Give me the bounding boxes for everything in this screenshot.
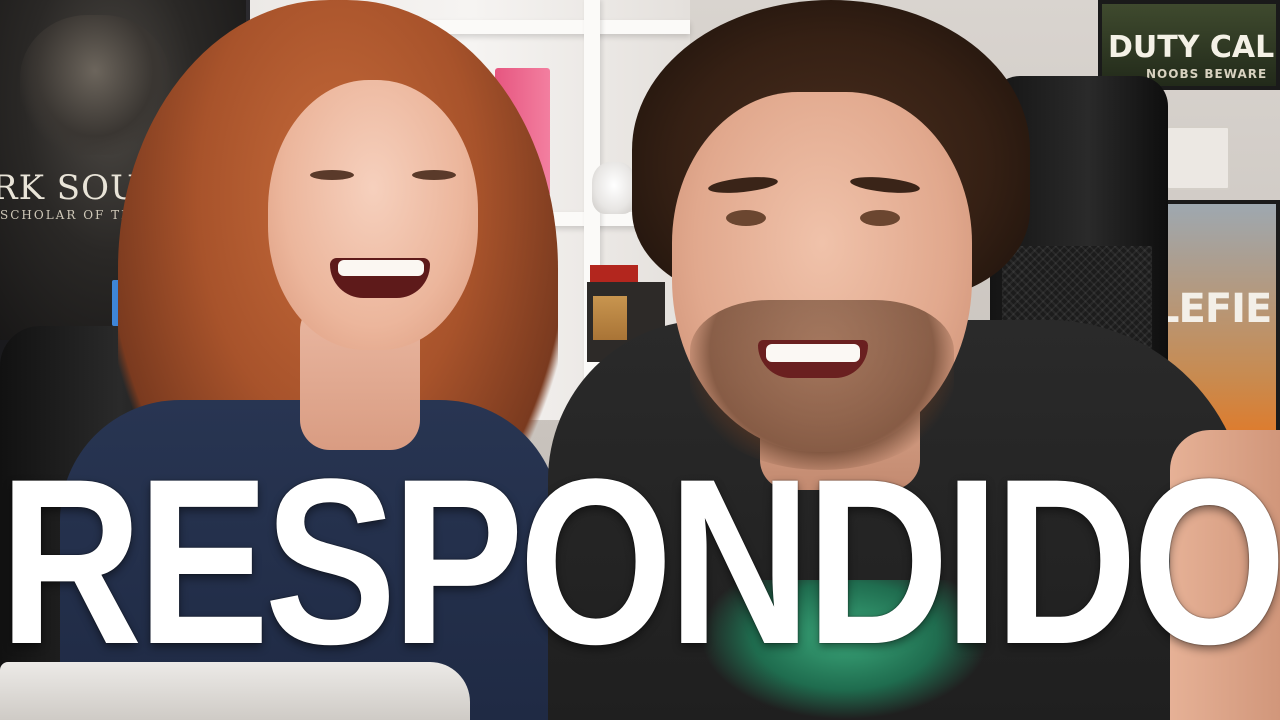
red-box [590, 265, 638, 283]
headline-overlay: RESPONDIDO [0, 432, 1280, 692]
poster-subtitle: NOOBS BEWARE [1146, 67, 1268, 81]
block-figure-face [593, 296, 627, 340]
woman-eye [412, 170, 456, 180]
poster-title: DUTY CAL [1108, 30, 1275, 65]
white-figurine [592, 162, 636, 214]
poster-title: LEFIE [1154, 286, 1272, 332]
woman-eye [310, 170, 354, 180]
man-eye [726, 210, 766, 226]
woman-teeth [338, 260, 424, 276]
man-eye [860, 210, 900, 226]
light-switch [1166, 126, 1230, 190]
woman-face [268, 80, 478, 350]
man-teeth [766, 344, 860, 362]
headline-text: RESPONDIDO [0, 430, 1280, 694]
video-thumbnail: RK SOULS SCHOLAR OF THE FIRS DUTY CAL NO… [0, 0, 1280, 720]
